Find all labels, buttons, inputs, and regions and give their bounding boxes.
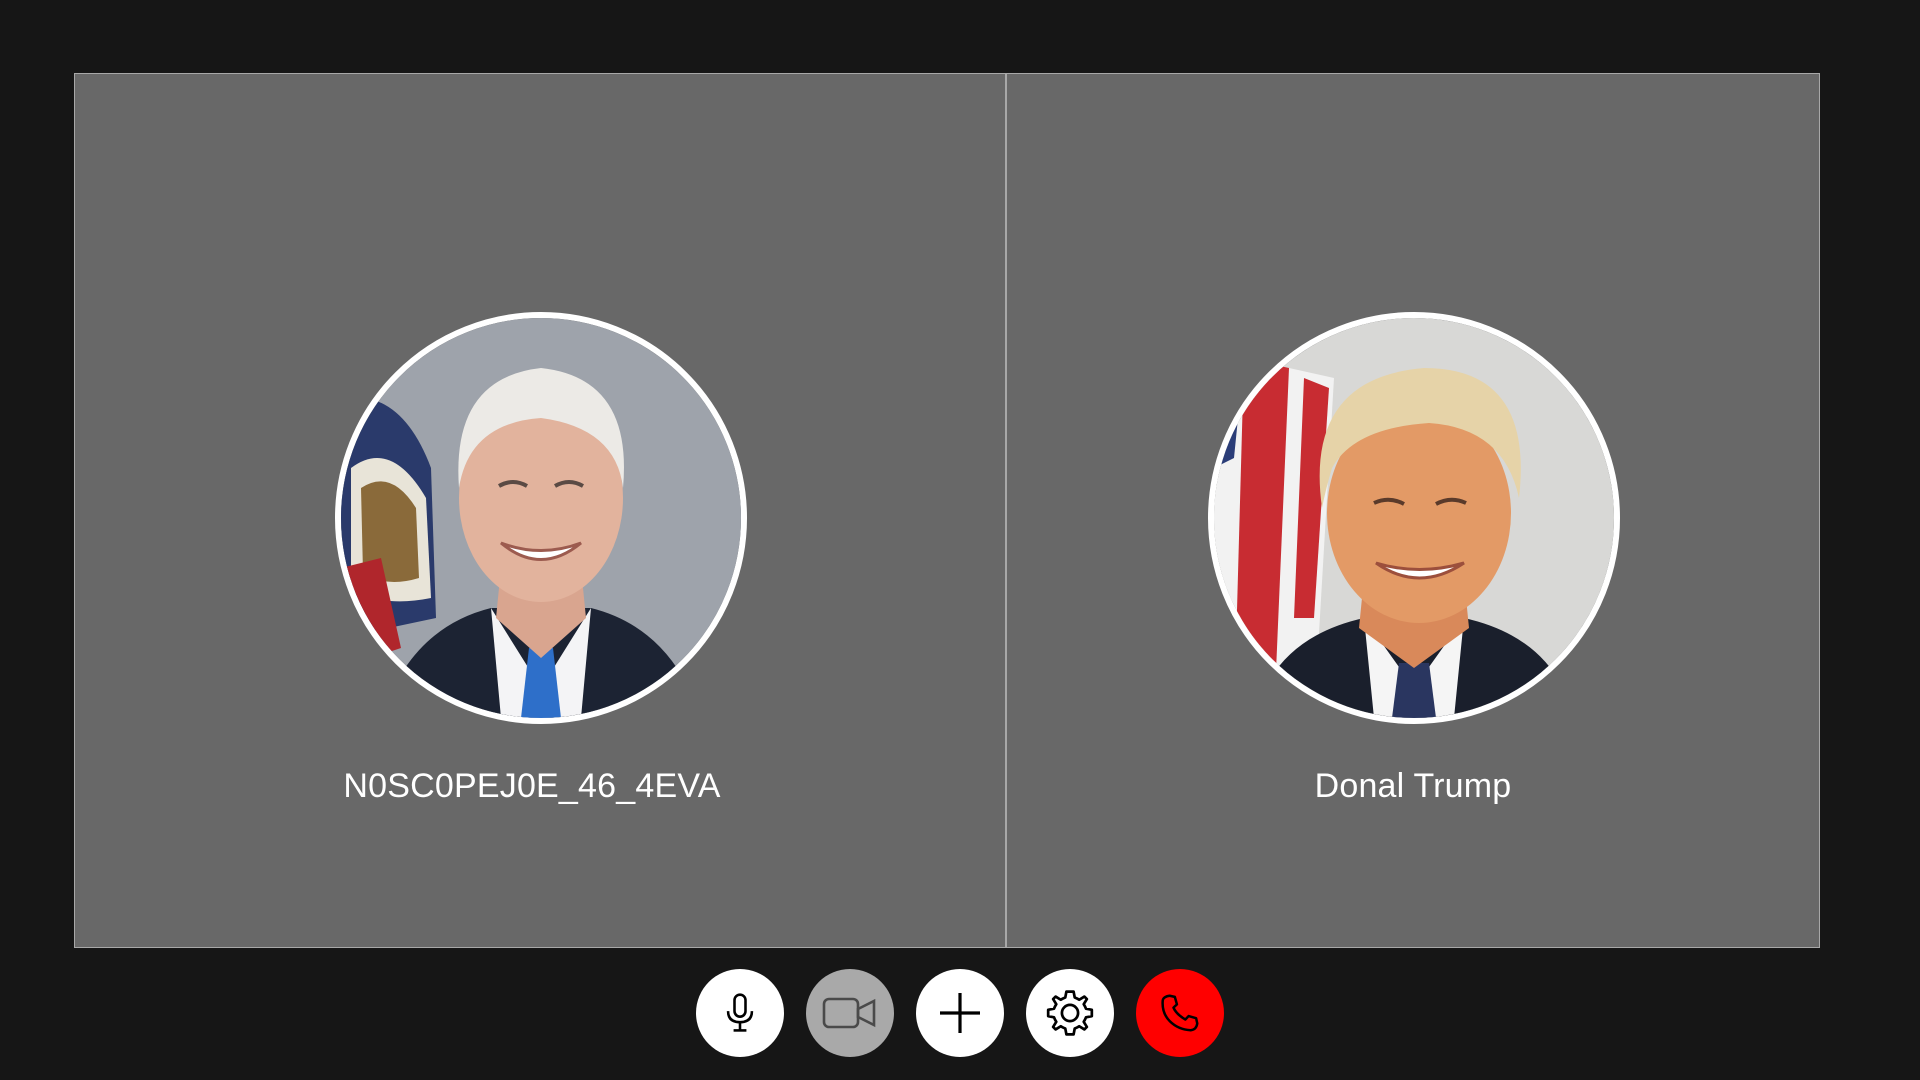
gear-icon [1046, 990, 1094, 1036]
end-call-button[interactable] [1136, 969, 1224, 1057]
participant-avatar-2 [1208, 312, 1620, 724]
video-call-window: N0SC0PEJ0E_46_4EVA Donal Trump [0, 0, 1920, 1080]
participant-name: N0SC0PEJ0E_46_4EVA [343, 767, 721, 805]
plus-icon [940, 993, 980, 1033]
user-avatar-photo-icon [1214, 318, 1614, 718]
mute-button[interactable] [696, 969, 784, 1057]
participant-name: Donal Trump [1314, 767, 1512, 805]
phone-hangup-icon [1161, 994, 1199, 1032]
participant-tile-2[interactable]: Donal Trump [1006, 73, 1820, 948]
user-avatar-photo-icon [341, 318, 741, 718]
participant-avatar-1 [335, 312, 747, 724]
add-participant-button[interactable] [916, 969, 1004, 1057]
participant-tile-1[interactable]: N0SC0PEJ0E_46_4EVA [74, 73, 1006, 948]
video-camera-icon [822, 997, 876, 1029]
settings-button[interactable] [1026, 969, 1114, 1057]
call-controls-bar [696, 969, 1224, 1057]
camera-toggle-button[interactable] [806, 969, 894, 1057]
microphone-icon [726, 993, 754, 1032]
